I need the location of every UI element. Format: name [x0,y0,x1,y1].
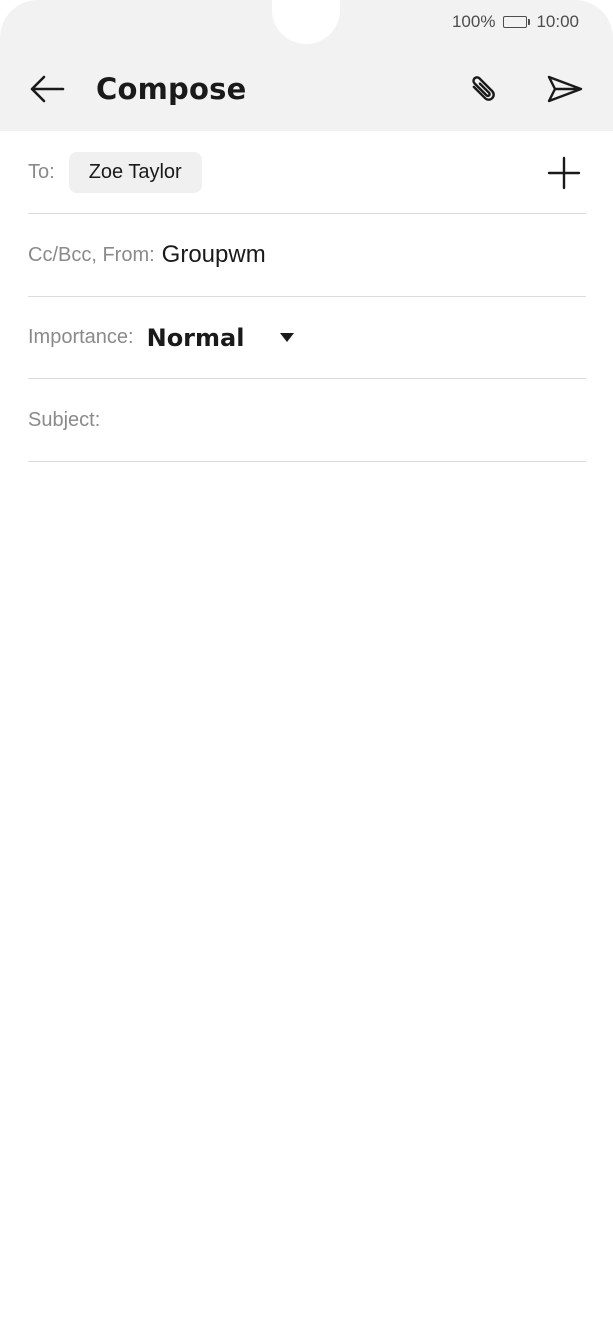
send-icon [547,75,583,103]
message-body[interactable] [28,472,586,1292]
caret-down-icon [280,333,295,342]
plus-icon [547,156,581,190]
status-time: 10:00 [536,12,579,31]
to-row: To: Zoe Taylor [28,131,586,214]
app-header: 100% 10:00 Compose [0,0,613,131]
camera-notch [272,0,340,44]
subject-label: Subject: [28,408,101,431]
add-recipient-button[interactable] [542,151,586,195]
subject-input[interactable] [108,399,586,441]
cc-bcc-from-label: Cc/Bcc, From: [28,243,155,266]
importance-value: Normal [146,323,245,352]
cc-bcc-from-row[interactable]: Cc/Bcc, From: Groupwm [28,214,586,297]
importance-dropdown[interactable]: Normal [147,324,295,352]
arrow-left-icon [30,75,65,103]
toolbar: Compose [0,60,613,118]
from-account: Groupwm [161,241,266,268]
attach-button[interactable] [462,68,504,110]
importance-label: Importance: [28,326,134,348]
compose-form: To: Zoe Taylor Cc/Bcc, From: Groupwm Imp… [28,131,586,462]
back-button[interactable] [28,70,66,108]
subject-row: Subject: [28,379,586,462]
battery-percent: 100% [451,12,496,31]
page-title: Compose [96,72,247,106]
paperclip-icon [472,76,495,101]
battery-icon [503,16,531,28]
importance-row: Importance: Normal [28,297,586,379]
status-bar: 100% 10:00 [452,10,579,34]
send-button[interactable] [542,68,588,110]
to-label: To: [28,160,55,183]
recipient-chip[interactable]: Zoe Taylor [68,151,202,193]
